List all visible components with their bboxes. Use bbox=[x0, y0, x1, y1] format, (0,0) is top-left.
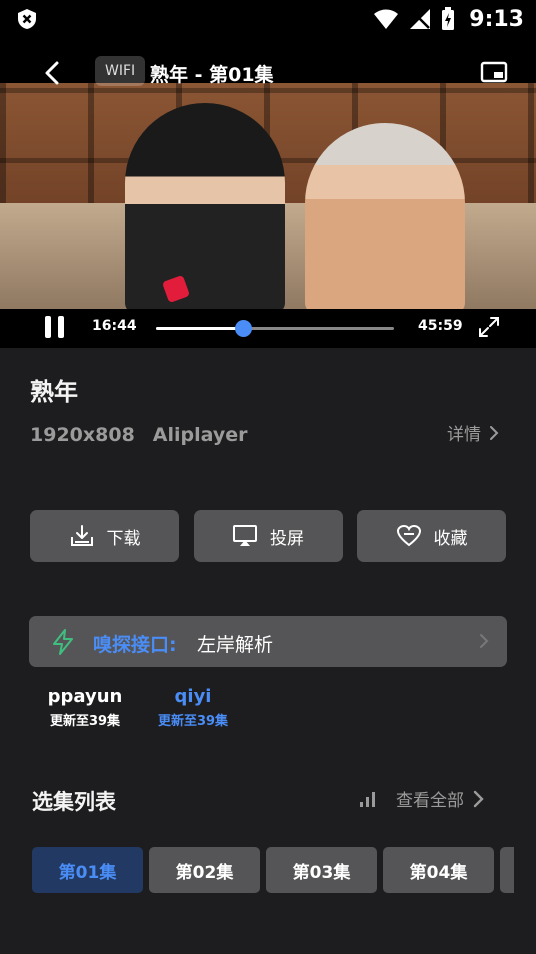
cast-label: 投屏 bbox=[270, 528, 304, 549]
seek-bar[interactable] bbox=[156, 320, 394, 337]
pause-icon[interactable] bbox=[43, 314, 67, 340]
sniff-interface-selector[interactable]: 嗅探接口: 左岸解析 bbox=[29, 616, 507, 667]
details-label: 详情 bbox=[447, 425, 481, 445]
source-update: 更新至39集 bbox=[49, 714, 121, 729]
view-all-label: 查看全部 bbox=[396, 791, 464, 811]
lightning-icon bbox=[53, 629, 73, 655]
episode-item-partial[interactable] bbox=[500, 847, 514, 893]
action-buttons: 下载 投屏 收藏 bbox=[30, 510, 506, 562]
seek-progress bbox=[156, 327, 243, 330]
status-bar: 9:13 bbox=[0, 0, 536, 38]
source-name: ppayun bbox=[47, 686, 123, 707]
player-title: 熟年 - 第01集 bbox=[150, 64, 274, 86]
sort-bars-icon[interactable] bbox=[358, 790, 378, 808]
download-icon bbox=[70, 525, 93, 546]
video-meta: 1920x808 Aliplayer bbox=[30, 424, 248, 446]
source-tab-qiyi[interactable]: qiyi 更新至39集 bbox=[143, 686, 243, 729]
video-frame[interactable] bbox=[0, 83, 536, 309]
episode-list: 第01集 第02集 第03集 第04集 bbox=[32, 847, 514, 893]
cast-button[interactable]: 投屏 bbox=[193, 510, 343, 562]
player-name: Aliplayer bbox=[152, 424, 248, 446]
episode-item[interactable]: 第03集 bbox=[266, 847, 377, 893]
clock: 9:13 bbox=[469, 6, 524, 32]
source-tab-ppayun[interactable]: ppayun 更新至39集 bbox=[35, 686, 135, 729]
favorite-label: 收藏 bbox=[433, 528, 468, 549]
seek-handle[interactable] bbox=[234, 320, 252, 337]
cellular-signal-icon bbox=[410, 9, 431, 29]
battery-charging-icon bbox=[442, 7, 455, 30]
episode-item[interactable]: 第01集 bbox=[32, 847, 143, 893]
fullscreen-icon[interactable] bbox=[478, 316, 500, 338]
chevron-right-icon bbox=[473, 790, 484, 807]
wifi-signal-icon bbox=[374, 9, 399, 29]
episode-list-heading: 选集列表 bbox=[32, 790, 116, 814]
player-controls: 16:44 45:59 bbox=[0, 308, 536, 348]
picture-in-picture-icon[interactable] bbox=[480, 60, 508, 84]
video-person-boy bbox=[125, 103, 285, 309]
favorite-button[interactable]: 收藏 bbox=[357, 510, 506, 562]
network-badge: WIFI bbox=[95, 56, 146, 86]
chevron-right-icon bbox=[480, 634, 489, 648]
view-all-episodes-link[interactable]: 查看全部 bbox=[358, 786, 484, 811]
current-time: 16:44 bbox=[92, 318, 137, 334]
player-top-bar: WIFI 熟年 - 第01集 bbox=[0, 52, 536, 92]
heart-icon bbox=[396, 524, 421, 547]
details-link[interactable]: 详情 bbox=[447, 420, 499, 445]
video-player[interactable]: WIFI 熟年 - 第01集 16:44 45:59 bbox=[0, 38, 536, 348]
chevron-right-icon bbox=[490, 425, 499, 440]
sniff-interface-value: 左岸解析 bbox=[197, 634, 274, 656]
resolution: 1920x808 bbox=[30, 424, 135, 446]
episode-item[interactable]: 第04集 bbox=[383, 847, 494, 893]
duration: 45:59 bbox=[418, 318, 463, 334]
video-person-woman bbox=[305, 123, 465, 309]
sniff-interface-label: 嗅探接口: bbox=[93, 634, 177, 656]
video-title: 熟年 bbox=[30, 378, 78, 406]
source-update: 更新至39集 bbox=[157, 714, 229, 729]
back-arrow-icon[interactable] bbox=[40, 60, 66, 86]
cast-screen-icon bbox=[233, 525, 257, 546]
source-name: qiyi bbox=[174, 686, 212, 707]
download-button[interactable]: 下载 bbox=[30, 510, 179, 562]
shield-x-icon bbox=[18, 9, 36, 29]
download-label: 下载 bbox=[106, 528, 141, 549]
episode-item[interactable]: 第02集 bbox=[149, 847, 260, 893]
